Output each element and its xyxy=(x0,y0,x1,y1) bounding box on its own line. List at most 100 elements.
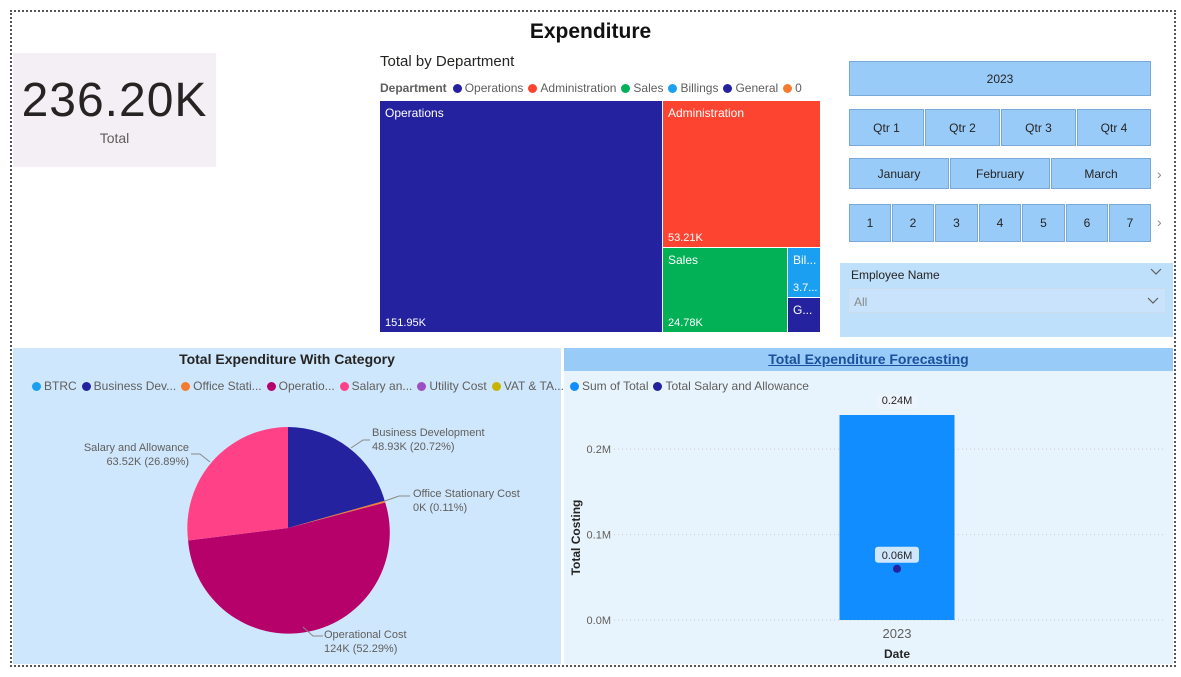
quarter-slicer-qtr3[interactable]: Qtr 3 xyxy=(1001,109,1076,146)
day-slicer-1[interactable]: 1 xyxy=(849,204,891,242)
chevron-down-icon[interactable] xyxy=(1147,297,1159,305)
chevron-down-icon[interactable] xyxy=(1150,268,1162,276)
legend-dot-icon xyxy=(181,381,191,391)
month-slicer-march[interactable]: March xyxy=(1051,158,1151,189)
pie-legend-item[interactable]: VAT & TA... xyxy=(491,379,564,393)
pie-label-name: Operational Cost xyxy=(324,629,407,641)
pie-label-name: Salary and Allowance xyxy=(84,442,189,454)
forecast-chart-title[interactable]: Total Expenditure Forecasting xyxy=(564,351,1173,367)
leader-line xyxy=(191,453,211,463)
forecast-legend-item[interactable]: Total Salary and Allowance xyxy=(653,379,809,393)
legend-dot-icon xyxy=(266,381,276,391)
total-card-label: Total xyxy=(99,130,130,146)
quarter-slicer-qtr1[interactable]: Qtr 1 xyxy=(849,109,924,146)
treemap-box-value: 151.95K xyxy=(385,317,426,329)
day-slicer-6[interactable]: 6 xyxy=(1066,204,1108,242)
treemap-box-value: 3.7... xyxy=(793,282,818,294)
legend-dot-icon xyxy=(668,83,678,93)
legend-dot-icon xyxy=(570,381,579,391)
treemap-legend-title: Department xyxy=(380,81,447,95)
y-tick-label: 0.0M xyxy=(587,615,611,627)
quarter-slicer-qtr2[interactable]: Qtr 2 xyxy=(925,109,1000,146)
pie-label-name: Office Stationary Cost xyxy=(413,488,520,500)
chevron-right-icon[interactable]: › xyxy=(1157,166,1162,182)
forecast-legend-item[interactable]: Sum of Total xyxy=(570,379,648,393)
pie-chart: Business Development 48.93K (20.72%) Off… xyxy=(84,427,520,655)
month-slicer-february[interactable]: February xyxy=(950,158,1050,189)
legend-label: General xyxy=(735,81,779,95)
pie-legend-item[interactable]: BTRC xyxy=(32,379,77,393)
y-axis-ticks: 0.0M 0.1M 0.2M xyxy=(587,444,611,627)
treemap-legend-item[interactable]: General xyxy=(723,81,778,95)
pie-legend-item[interactable]: Salary an... xyxy=(339,379,413,393)
treemap-legend-item[interactable]: Operations xyxy=(452,81,524,95)
pie-legend-item[interactable]: Utility Cost xyxy=(417,379,487,393)
legend-label: Sum of Total xyxy=(582,379,649,393)
legend-label: Administration xyxy=(540,81,617,95)
pie-label-value: 63.52K (26.89%) xyxy=(106,456,189,468)
treemap-legend-item[interactable]: Administration xyxy=(528,81,616,95)
pie-legend-item[interactable]: Operatio... xyxy=(266,379,335,393)
treemap-box-label: Bil... xyxy=(793,253,817,267)
point-salary-allowance[interactable] xyxy=(893,564,901,573)
legend-dot-icon xyxy=(417,381,427,391)
treemap-legend-item[interactable]: 0 xyxy=(783,81,802,95)
legend-dot-icon xyxy=(528,83,538,93)
pie-label-value: 124K (52.29%) xyxy=(324,643,397,655)
page-title: Expenditure xyxy=(529,20,652,43)
treemap-box-label: Operations xyxy=(385,106,444,120)
legend-dot-icon xyxy=(452,83,462,93)
bar-data-label: 0.24M xyxy=(882,395,913,407)
pie-legend-item[interactable]: Office Stati... xyxy=(181,379,262,393)
treemap-box-sales[interactable]: Sales 24.78K xyxy=(663,248,787,332)
legend-label: BTRC xyxy=(44,379,77,393)
pie-label-value: 48.93K (20.72%) xyxy=(372,441,455,453)
y-axis-label: Total Costing xyxy=(569,500,583,576)
quarter-slicer-qtr4[interactable]: Qtr 4 xyxy=(1077,109,1151,146)
legend-label: Utility Cost xyxy=(429,379,487,393)
pie-label-value: 0K (0.11%) xyxy=(413,502,467,514)
forecast-bar-chart: 0.0M 0.1M 0.2M Total Costing 0.24M 0.06M 2… xyxy=(569,395,1164,661)
legend-dot-icon xyxy=(491,381,501,391)
forecast-legend: Sum of Total Total Salary and Allowance xyxy=(570,379,814,393)
legend-dot-icon xyxy=(81,381,91,391)
year-slicer-2023[interactable]: 2023 xyxy=(849,61,1151,96)
legend-label: Business Dev... xyxy=(93,379,177,393)
treemap-box-administration[interactable]: Administration 53.21K xyxy=(663,101,820,247)
pie-legend: BTRC Business Dev... Office Stati... Ope… xyxy=(32,379,569,393)
pie-slice-salary-allowance[interactable] xyxy=(187,427,288,541)
employee-dropdown[interactable]: All xyxy=(848,288,1166,313)
treemap-legend-item[interactable]: Billings xyxy=(668,81,718,95)
day-slicer-4[interactable]: 4 xyxy=(979,204,1021,242)
legend-label: Sales xyxy=(633,81,664,95)
x-axis-label: Date xyxy=(884,647,910,661)
treemap-box-label: G... xyxy=(793,303,813,317)
legend-label: Office Stati... xyxy=(193,379,262,393)
legend-label: Operations xyxy=(464,81,524,95)
day-slicer-5[interactable]: 5 xyxy=(1022,204,1065,242)
pie-label-name: Business Development xyxy=(372,427,485,439)
treemap-box-general[interactable]: G... xyxy=(788,298,820,332)
treemap-legend: Department Operations Administration Sal… xyxy=(380,81,807,95)
total-card-value: 236.20K xyxy=(21,74,208,127)
bar-2023[interactable] xyxy=(839,415,955,620)
day-slicer-3[interactable]: 3 xyxy=(935,204,978,242)
day-slicer-7[interactable]: 7 xyxy=(1109,204,1151,242)
treemap-box-billings[interactable]: Bil... 3.7... xyxy=(788,248,820,297)
month-slicer-january[interactable]: January xyxy=(849,158,949,189)
leader-line xyxy=(384,495,410,502)
legend-label: Billings xyxy=(680,81,719,95)
treemap-box-value: 24.78K xyxy=(668,317,703,329)
legend-label: Total Salary and Allowance xyxy=(665,379,809,393)
y-tick-label: 0.2M xyxy=(587,444,611,456)
treemap-legend-item[interactable]: Sales xyxy=(621,81,663,95)
legend-dot-icon xyxy=(32,381,41,391)
legend-label: Salary an... xyxy=(351,379,413,393)
chevron-right-icon[interactable]: › xyxy=(1157,214,1162,230)
treemap-box-operations[interactable]: Operations 151.95K xyxy=(380,101,662,332)
point-data-label: 0.06M xyxy=(882,550,913,562)
legend-label: Operatio... xyxy=(278,379,335,393)
day-slicer-2[interactable]: 2 xyxy=(892,204,934,242)
employee-slicer-title: Employee Name xyxy=(851,268,940,282)
pie-legend-item[interactable]: Business Dev... xyxy=(81,379,177,393)
